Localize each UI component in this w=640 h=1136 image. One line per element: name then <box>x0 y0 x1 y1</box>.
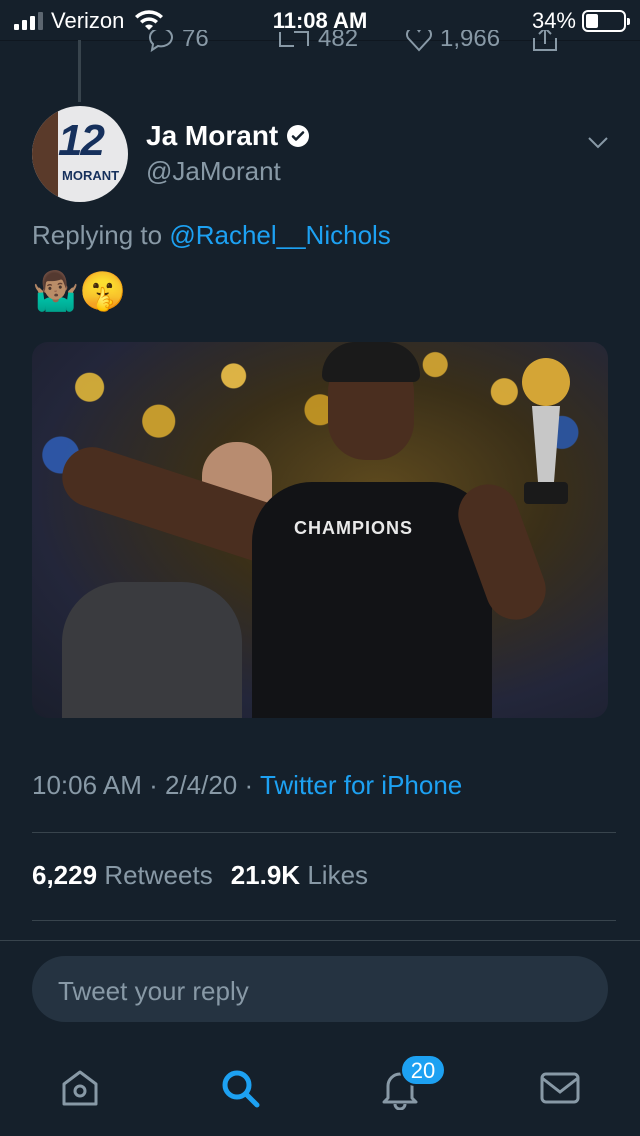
media-player-cap <box>322 342 420 382</box>
avatar[interactable]: 12 MORANT <box>32 106 128 202</box>
tweet-stats: 6,229 Retweets 21.9K Likes <box>32 860 368 891</box>
prev-reply-button[interactable]: 76 <box>146 30 209 54</box>
home-icon[interactable] <box>58 1066 102 1110</box>
prev-share-button[interactable] <box>530 30 560 54</box>
notifications-badge: 20 <box>400 1054 446 1086</box>
prev-like-button[interactable]: 1,966 <box>404 30 500 54</box>
tweet-date: 2/4/20 <box>164 770 238 800</box>
thread-connector-line <box>78 40 81 102</box>
likes-count: 21.9K <box>230 860 301 890</box>
prev-retweet-count: 482 <box>318 30 359 52</box>
search-icon[interactable] <box>218 1066 262 1110</box>
avatar-jersey-number: 12 <box>58 116 105 165</box>
tweet-timestamp: 10:06 AM · 2/4/20 · Twitter for iPhone <box>32 770 462 801</box>
media-shirt-text: CHAMPIONS <box>294 518 414 538</box>
verified-badge-icon <box>287 125 310 147</box>
trophy-icon <box>522 358 570 504</box>
user-handle[interactable]: @JaMorant <box>146 156 281 187</box>
retweet-icon <box>279 31 309 47</box>
tab-bar <box>0 1040 640 1136</box>
reply-input[interactable]: Tweet your reply <box>32 956 608 1022</box>
meta-separator: · <box>244 770 260 800</box>
tweet-time: 10:06 AM <box>32 770 142 800</box>
meta-separator: · <box>149 770 165 800</box>
media-person-suit <box>62 582 242 718</box>
retweets-stat[interactable]: 6,229 Retweets <box>32 860 213 891</box>
battery-level <box>586 14 599 28</box>
avatar-jersey-name: MORANT <box>62 168 120 183</box>
heart-icon <box>405 30 433 52</box>
reply-icon <box>148 30 173 53</box>
tweet-media-image[interactable]: CHAMPIONS <box>32 342 608 718</box>
chevron-down-icon[interactable] <box>586 130 610 154</box>
tweet-source-link[interactable]: Twitter for iPhone <box>260 770 462 800</box>
likes-stat[interactable]: 21.9K Likes <box>231 860 368 891</box>
retweets-count: 6,229 <box>32 860 98 890</box>
messages-mail-icon[interactable] <box>538 1066 582 1110</box>
divider <box>32 920 616 921</box>
retweets-label: Retweets <box>104 860 213 890</box>
tweet-text: 🤷🏽‍♂️🤫 <box>32 271 127 313</box>
prev-reply-count: 76 <box>182 30 209 52</box>
divider <box>32 832 616 833</box>
replying-to-mention[interactable]: @Rachel__Nichols <box>169 220 391 250</box>
replying-to-prefix: Replying to <box>32 220 163 250</box>
display-name-text: Ja Morant <box>146 120 279 151</box>
prev-like-count: 1,966 <box>440 30 501 52</box>
prev-retweet-button[interactable]: 482 <box>276 30 358 54</box>
share-icon <box>533 30 557 51</box>
previous-tweet-actions: 76 482 1,966 <box>0 30 640 62</box>
avatar-arm <box>32 106 58 202</box>
battery-icon <box>582 10 630 32</box>
display-name[interactable]: Ja Morant <box>146 120 310 152</box>
reply-area-divider <box>0 940 640 941</box>
replying-to: Replying to @Rachel__Nichols <box>32 220 391 251</box>
likes-label: Likes <box>307 860 369 890</box>
